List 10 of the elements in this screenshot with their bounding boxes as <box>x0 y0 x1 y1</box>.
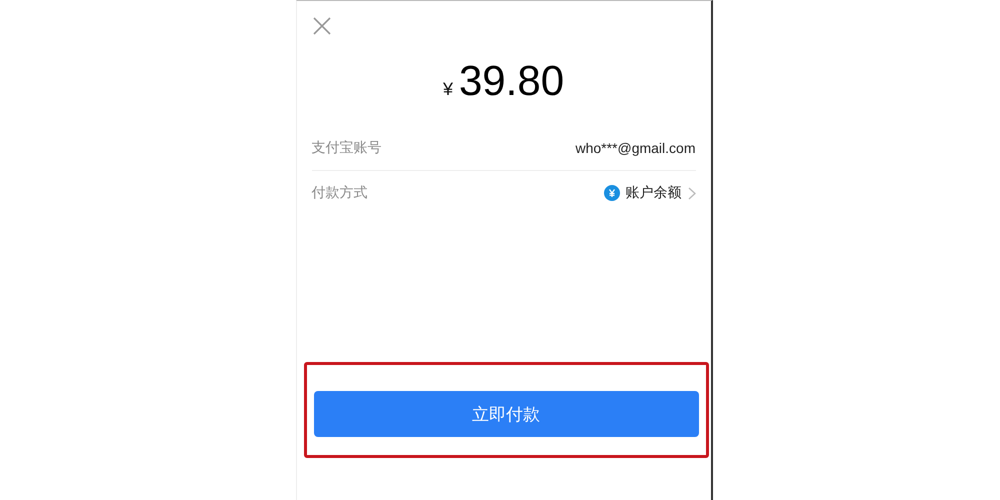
account-value: who***@gmail.com <box>575 140 696 156</box>
payment-method[interactable]: 账户余额 <box>626 184 682 202</box>
field-label: 支付宝账号 <box>312 139 382 157</box>
amount: 39.80 <box>458 57 564 105</box>
pay-now-button[interactable]: 立即付款 <box>314 391 698 437</box>
balance-icon <box>604 185 620 201</box>
close-icon[interactable] <box>312 17 330 35</box>
chevron-right-icon[interactable] <box>688 186 696 200</box>
currency-symbol: ¥ <box>442 79 453 100</box>
field-label: 付款方式 <box>312 184 368 202</box>
